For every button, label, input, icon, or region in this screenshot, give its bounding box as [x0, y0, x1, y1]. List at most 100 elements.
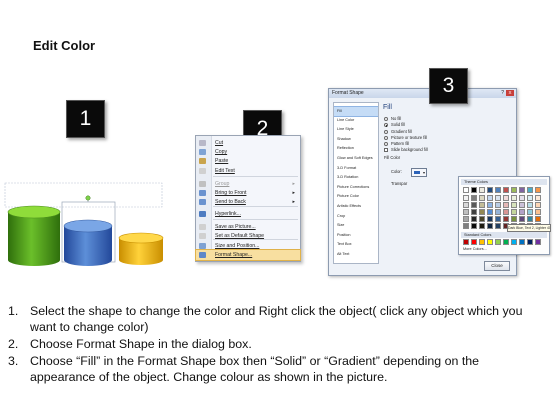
- color-swatch[interactable]: [479, 202, 485, 208]
- nav-item-picture-corrections[interactable]: Picture Corrections: [334, 183, 378, 192]
- color-swatch[interactable]: [503, 202, 509, 208]
- color-swatch[interactable]: [527, 195, 533, 201]
- nav-item-reflection[interactable]: Reflection: [334, 144, 378, 153]
- nav-item-3-d-rotation[interactable]: 3-D Rotation: [334, 173, 378, 182]
- color-swatch[interactable]: [535, 202, 541, 208]
- nav-item-label: Picture Corrections: [337, 184, 370, 189]
- color-swatch[interactable]: [519, 187, 525, 193]
- color-swatch[interactable]: [535, 216, 541, 222]
- color-swatch[interactable]: [471, 216, 477, 222]
- nav-item-line-color[interactable]: Line Color: [334, 116, 378, 125]
- color-swatch[interactable]: [495, 209, 501, 215]
- color-swatch[interactable]: [463, 202, 469, 208]
- color-swatch[interactable]: [511, 239, 517, 245]
- color-swatch[interactable]: [487, 239, 493, 245]
- menu-item-edit-text[interactable]: Edit Text: [196, 166, 300, 176]
- nav-item-line-style[interactable]: Line Style: [334, 125, 378, 134]
- nav-item-shadow[interactable]: Shadow: [334, 135, 378, 144]
- color-swatch[interactable]: [463, 195, 469, 201]
- color-swatch[interactable]: [471, 223, 477, 229]
- slide-background-checkbox[interactable]: [384, 148, 388, 152]
- color-swatch[interactable]: [495, 216, 501, 222]
- color-swatch[interactable]: [527, 202, 533, 208]
- color-swatch[interactable]: [519, 202, 525, 208]
- nav-item-crop[interactable]: Crop: [334, 212, 378, 221]
- color-swatch[interactable]: [487, 202, 493, 208]
- nav-item-position[interactable]: Position: [334, 231, 378, 240]
- color-swatch[interactable]: [511, 209, 517, 215]
- close-button[interactable]: Close: [484, 261, 510, 271]
- menu-item-hyperlink[interactable]: Hyperlink...: [196, 209, 300, 219]
- color-swatch[interactable]: [487, 223, 493, 229]
- nav-item-artistic-effects[interactable]: Artistic Effects: [334, 202, 378, 211]
- color-swatch[interactable]: [519, 209, 525, 215]
- color-swatch[interactable]: [487, 187, 493, 193]
- color-swatch[interactable]: [503, 195, 509, 201]
- color-swatch[interactable]: [479, 223, 485, 229]
- color-swatch[interactable]: [495, 239, 501, 245]
- close-icon[interactable]: X: [506, 90, 514, 96]
- nav-item-size[interactable]: Size: [334, 221, 378, 230]
- context-menu: Cut Copy Paste Edit Text Group ▸ Bring to Fron…: [195, 135, 301, 262]
- nav-item-3-d-format[interactable]: 3-D Format: [334, 164, 378, 173]
- color-swatch[interactable]: [527, 239, 533, 245]
- fill-option-radio[interactable]: [384, 129, 388, 134]
- fill-option-radio[interactable]: [384, 142, 388, 147]
- color-swatch[interactable]: [479, 239, 485, 245]
- color-swatch[interactable]: [527, 216, 533, 222]
- color-swatch[interactable]: [463, 209, 469, 215]
- color-swatch[interactable]: [511, 195, 517, 201]
- nav-item-label: Crop: [337, 213, 346, 218]
- color-swatch[interactable]: [479, 195, 485, 201]
- nav-item-text-box[interactable]: Text Box: [334, 240, 378, 249]
- color-swatch[interactable]: [471, 209, 477, 215]
- color-swatch[interactable]: [535, 209, 541, 215]
- fill-option-radio[interactable]: [384, 117, 388, 121]
- nav-item-alt-text[interactable]: Alt Text: [334, 250, 378, 259]
- color-swatch[interactable]: [495, 195, 501, 201]
- color-swatch[interactable]: [519, 239, 525, 245]
- more-colors-link[interactable]: More Colors...: [463, 247, 487, 251]
- color-swatch[interactable]: [463, 239, 469, 245]
- color-swatch[interactable]: [471, 195, 477, 201]
- fill-option-radio[interactable]: [384, 135, 388, 140]
- color-swatch[interactable]: [479, 216, 485, 222]
- color-swatch[interactable]: [495, 202, 501, 208]
- help-icon[interactable]: ?: [501, 89, 504, 98]
- color-swatch[interactable]: [487, 216, 493, 222]
- color-swatch[interactable]: [495, 223, 501, 229]
- color-swatch[interactable]: [463, 187, 469, 193]
- color-swatch[interactable]: [479, 209, 485, 215]
- color-swatch[interactable]: [471, 187, 477, 193]
- color-swatch[interactable]: [503, 239, 509, 245]
- color-swatch[interactable]: [487, 195, 493, 201]
- fill-option-label: Gradient fill: [391, 128, 412, 134]
- color-swatch[interactable]: [487, 209, 493, 215]
- color-swatch[interactable]: [535, 187, 541, 193]
- color-swatch[interactable]: [519, 216, 525, 222]
- menu-item-format-shape[interactable]: Format Shape...: [195, 249, 301, 261]
- color-swatch[interactable]: [527, 209, 533, 215]
- color-swatch[interactable]: [535, 239, 541, 245]
- nav-item-glow-and-soft-edges[interactable]: Glow and Soft Edges: [334, 154, 378, 163]
- color-swatch[interactable]: [519, 195, 525, 201]
- color-swatch[interactable]: [503, 187, 509, 193]
- color-swatch[interactable]: [479, 187, 485, 193]
- color-swatch[interactable]: [471, 239, 477, 245]
- color-swatch[interactable]: [463, 216, 469, 222]
- color-swatch[interactable]: [511, 216, 517, 222]
- fill-color-dropdown[interactable]: ▾: [411, 168, 427, 177]
- color-swatch[interactable]: [511, 187, 517, 193]
- color-swatch[interactable]: [503, 216, 509, 222]
- fill-option-radio[interactable]: [384, 123, 388, 128]
- menu-item-paste[interactable]: Paste: [196, 156, 300, 166]
- color-swatch[interactable]: [511, 202, 517, 208]
- color-swatch[interactable]: [535, 195, 541, 201]
- color-swatch[interactable]: [495, 187, 501, 193]
- nav-item-picture-color[interactable]: Picture Color: [334, 192, 378, 201]
- color-swatch[interactable]: [463, 223, 469, 229]
- color-swatch[interactable]: [527, 187, 533, 193]
- color-swatch[interactable]: [503, 209, 509, 215]
- slide-background-label: Slide background fill: [391, 147, 428, 152]
- color-swatch[interactable]: [471, 202, 477, 208]
